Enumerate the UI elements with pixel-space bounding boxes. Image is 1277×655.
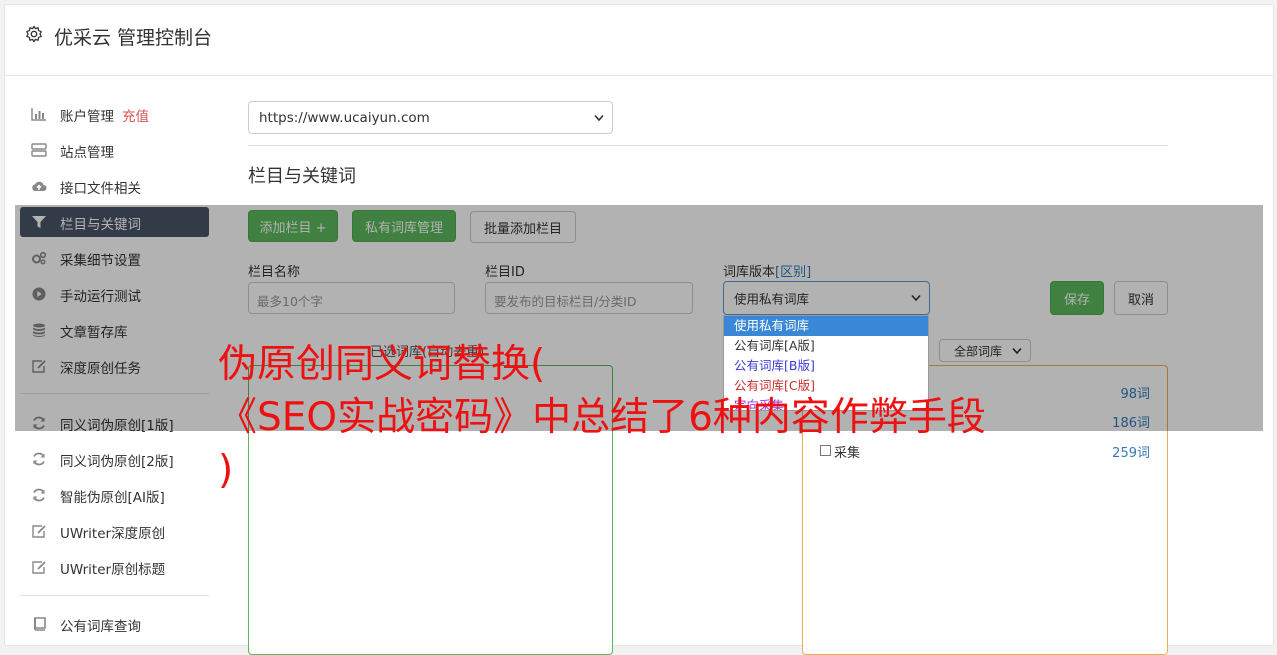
sidebar-divider (20, 595, 209, 596)
edit-icon (32, 525, 46, 538)
cloud-upload-icon (32, 181, 47, 191)
sidebar-item-synonym-v2[interactable]: 同义词伪原创[2版] (20, 444, 209, 474)
sidebar-item-sites[interactable]: 站点管理 (20, 135, 209, 165)
sidebar-item-label: UWriter深度原创 (60, 526, 166, 542)
sidebar-item-label: 同义词伪原创[2版] (60, 454, 174, 470)
sidebar-item-label: 智能伪原创[AI版] (60, 490, 165, 506)
divider (248, 145, 1168, 146)
sidebar-item-uwriter-deep[interactable]: UWriter深度原创 (20, 516, 209, 546)
server-icon (31, 143, 47, 157)
overlay-title-text: 伪原创同义词替换( 《SEO实战密码》中总结了6种内容作弊手段 ) (218, 342, 986, 493)
sidebar-item-ai-rewrite[interactable]: 智能伪原创[AI版] (20, 480, 209, 510)
sidebar-item-label: 公有词库查询 (60, 619, 141, 635)
refresh-icon (33, 488, 45, 502)
recharge-link[interactable]: 充值 (122, 109, 149, 125)
gear-icon (26, 25, 42, 43)
sidebar-item-interface[interactable]: 接口文件相关 (20, 171, 209, 201)
page-title: 优采云 管理控制台 (54, 27, 213, 49)
sidebar-item-label: 接口文件相关 (60, 181, 141, 197)
bar-chart-icon (31, 108, 46, 121)
dropdown-option-private[interactable]: 使用私有词库 (724, 316, 928, 336)
section-title: 栏目与关键词 (248, 166, 356, 187)
site-select[interactable]: https://www.ucaiyun.com (248, 101, 613, 134)
chevron-down-icon (594, 114, 604, 121)
sidebar-item-label: 站点管理 (60, 145, 114, 161)
sidebar-item-uwriter-title[interactable]: UWriter原创标题 (20, 552, 209, 582)
sidebar-item-label: UWriter原创标题 (60, 562, 166, 578)
edit-icon (32, 561, 46, 574)
sidebar-item-label: 账户管理 (60, 109, 114, 125)
sidebar-item-account[interactable]: 账户管理 充值 (20, 99, 209, 129)
card-header: 优采云 管理控制台 (5, 5, 1273, 76)
book-icon (34, 617, 46, 631)
word-count: 259词 (1112, 446, 1150, 461)
sidebar-item-public-lexicon[interactable]: 公有词库查询 (20, 609, 209, 639)
refresh-icon (33, 452, 45, 466)
